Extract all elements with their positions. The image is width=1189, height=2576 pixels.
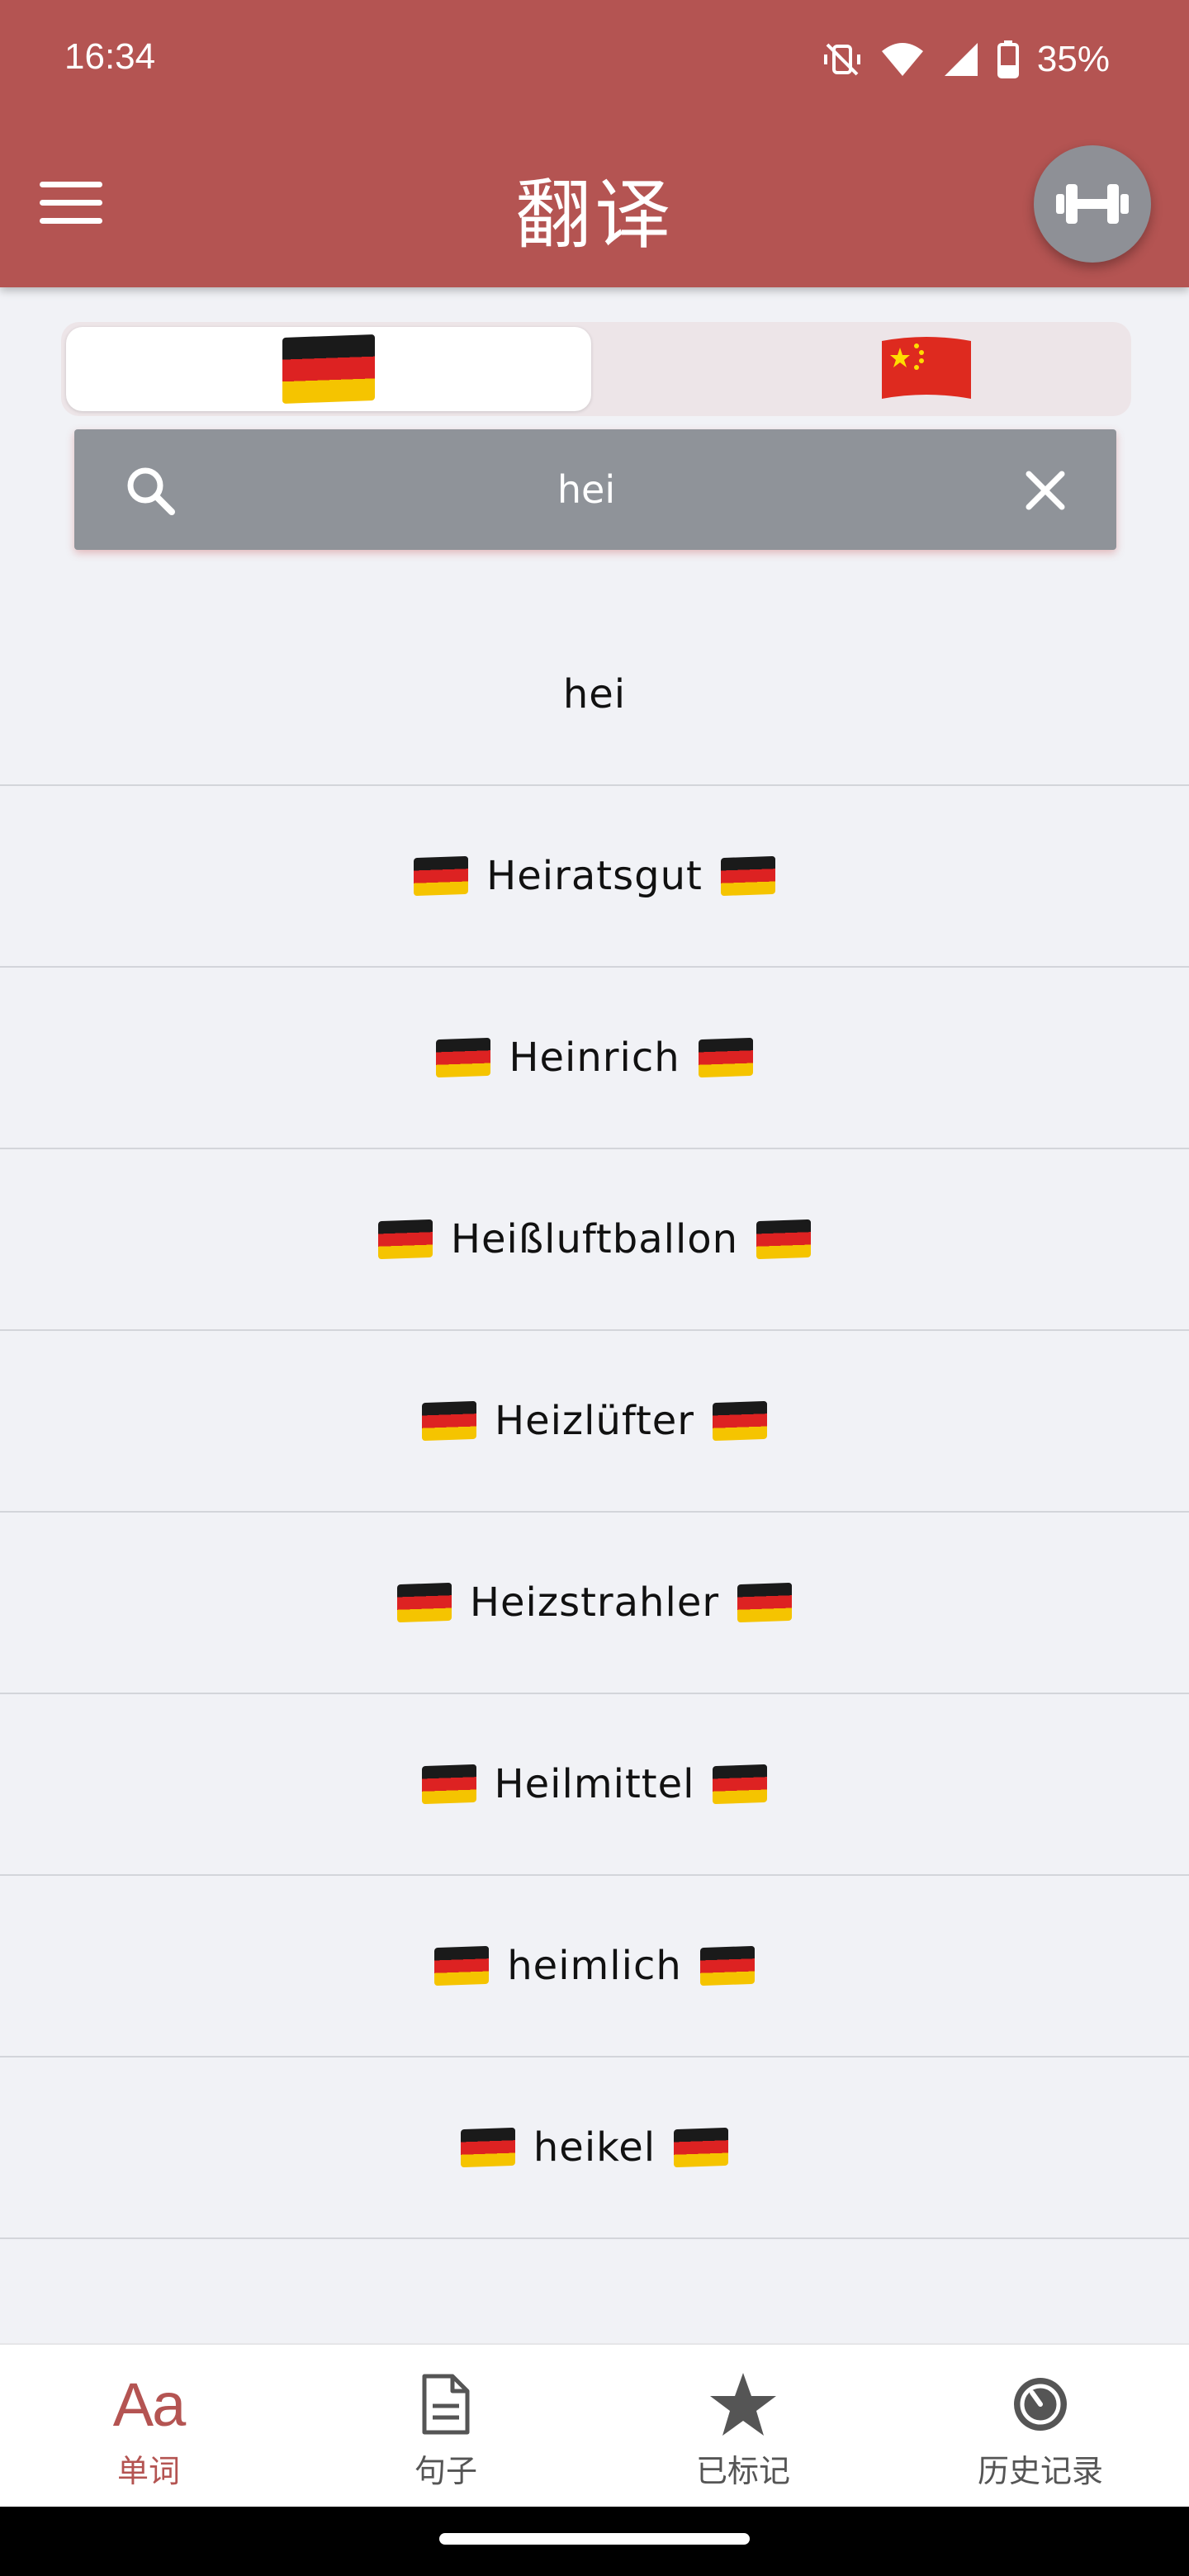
german-flag-icon bbox=[737, 1582, 793, 1623]
star-icon bbox=[710, 2373, 776, 2436]
german-flag-icon bbox=[460, 2127, 515, 2168]
german-flag-icon bbox=[436, 1037, 491, 1078]
list-item-word: heikel bbox=[533, 2124, 656, 2171]
nav-tab-label: 已标记 bbox=[695, 2453, 790, 2489]
list-item[interactable]: Heiratsgut bbox=[0, 786, 1189, 968]
list-item[interactable]: Heizstrahler bbox=[0, 1513, 1189, 1694]
results-list: hei Heiratsgut Heinrich Heißluftballon H… bbox=[0, 604, 1189, 2239]
list-item[interactable]: Heizlüfter bbox=[0, 1331, 1189, 1513]
mute-vibrate-icon bbox=[823, 43, 860, 76]
german-flag-icon bbox=[421, 1764, 476, 1805]
system-navigation-bar bbox=[0, 2507, 1189, 2576]
list-item[interactable]: hei bbox=[0, 604, 1189, 786]
german-language-tab[interactable] bbox=[66, 327, 591, 411]
status-time: 16:34 bbox=[64, 36, 156, 77]
search-bar bbox=[74, 429, 1116, 550]
text-size-icon: Aa bbox=[112, 2370, 187, 2439]
bottom-navigation: Aa 单词 句子 已标记 历史记录 bbox=[0, 2343, 1189, 2507]
language-toggle bbox=[61, 322, 1131, 416]
list-item[interactable]: Heißluftballon bbox=[0, 1149, 1189, 1331]
wifi-icon bbox=[881, 43, 923, 76]
list-item-word: Heizstrahler bbox=[469, 1579, 720, 1626]
german-flag-icon bbox=[699, 1945, 755, 1986]
german-flag-icon bbox=[282, 334, 375, 404]
signal-icon bbox=[944, 43, 978, 76]
list-item-word: Heiratsgut bbox=[486, 853, 703, 899]
chinese-language-tab[interactable] bbox=[664, 327, 1189, 411]
dumbbell-icon[interactable] bbox=[1034, 145, 1151, 263]
list-item-word: Heilmittel bbox=[494, 1761, 695, 1807]
nav-tab-marked[interactable]: 已标记 bbox=[594, 2345, 892, 2507]
search-input[interactable] bbox=[198, 429, 974, 550]
german-flag-icon bbox=[674, 2127, 729, 2168]
nav-tab-label: 历史记录 bbox=[977, 2453, 1103, 2489]
list-item-word: hei bbox=[562, 671, 627, 717]
list-item[interactable]: Heinrich bbox=[0, 968, 1189, 1149]
german-flag-icon bbox=[713, 1764, 768, 1805]
status-bar: 16:34 35% bbox=[0, 0, 1189, 121]
german-flag-icon bbox=[713, 1400, 768, 1442]
list-item-word: Heinrich bbox=[509, 1035, 680, 1081]
close-icon[interactable] bbox=[1024, 469, 1067, 512]
list-item[interactable]: Heilmittel bbox=[0, 1694, 1189, 1876]
search-icon bbox=[127, 467, 175, 515]
nav-tab-sentences[interactable]: 句子 bbox=[297, 2345, 594, 2507]
german-flag-icon bbox=[377, 1219, 433, 1260]
document-icon bbox=[422, 2374, 470, 2435]
page-title: 翻译 bbox=[514, 171, 674, 259]
nav-tab-history[interactable]: 历史记录 bbox=[892, 2345, 1189, 2507]
german-flag-icon bbox=[421, 1400, 476, 1442]
german-flag-icon bbox=[434, 1945, 490, 1986]
list-item[interactable]: heikel bbox=[0, 2057, 1189, 2239]
nav-tab-label: 句子 bbox=[414, 2453, 477, 2489]
german-flag-icon bbox=[414, 855, 469, 897]
history-icon bbox=[1014, 2378, 1067, 2431]
german-flag-icon bbox=[756, 1219, 812, 1260]
list-item-word: Heißluftballon bbox=[450, 1216, 739, 1262]
list-item-word: heimlich bbox=[507, 1943, 682, 1989]
german-flag-icon bbox=[720, 855, 775, 897]
list-item-word: Heizlüfter bbox=[494, 1398, 695, 1444]
app-bar: 16:34 35% 翻译 bbox=[0, 0, 1189, 287]
chinese-flag-icon bbox=[882, 337, 971, 399]
battery-icon bbox=[997, 40, 1019, 78]
nav-tab-label: 单词 bbox=[116, 2453, 180, 2489]
home-gesture-handle[interactable] bbox=[439, 2533, 750, 2545]
battery-percentage: 35% bbox=[1036, 39, 1110, 79]
list-item[interactable]: heimlich bbox=[0, 1876, 1189, 2057]
german-flag-icon bbox=[698, 1037, 753, 1078]
german-flag-icon bbox=[396, 1582, 452, 1623]
nav-tab-words[interactable]: Aa 单词 bbox=[0, 2345, 297, 2507]
status-icons: 35% bbox=[822, 36, 1110, 83]
